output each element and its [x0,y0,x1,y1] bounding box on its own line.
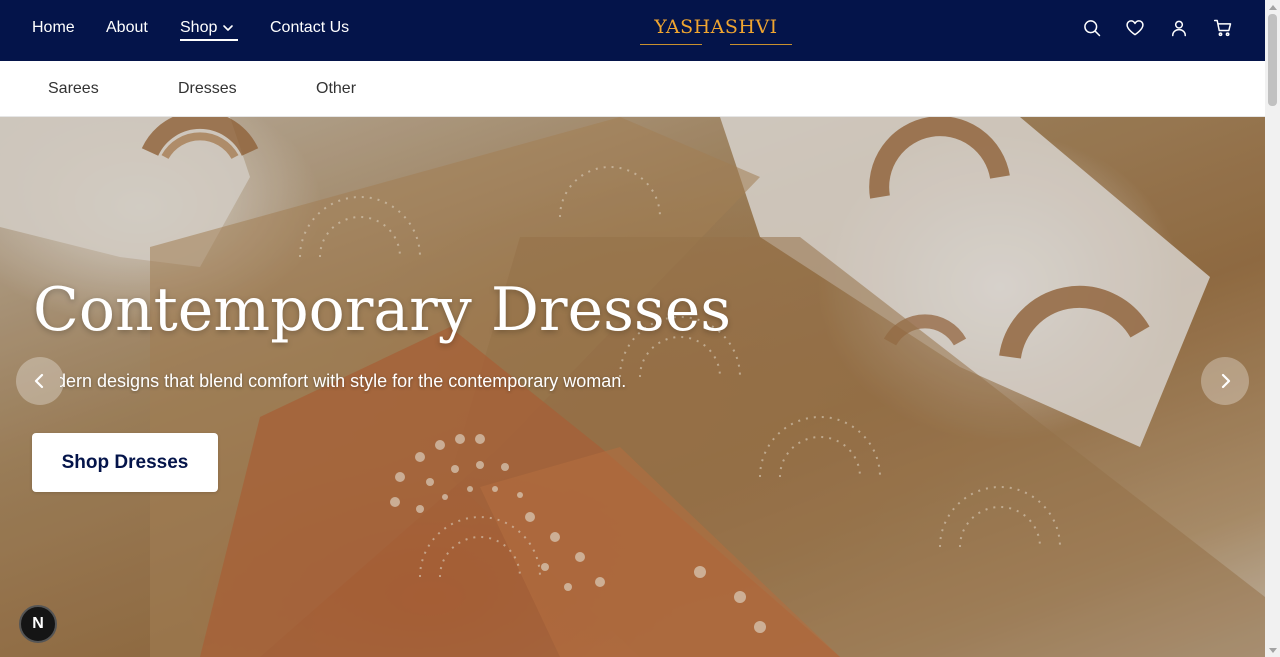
hero-carousel: Contemporary Dresses Modern designs that… [0,117,1265,657]
hero-subtitle: Modern designs that blend comfort with s… [60,371,627,391]
chevron-down-icon [223,25,234,31]
search-icon[interactable] [1081,17,1103,39]
chevron-right-icon [1221,373,1231,389]
category-sarees-link[interactable]: Sarees [48,80,99,98]
logo-ornament-left [640,44,702,45]
nav-shop-menu[interactable]: Shop [180,19,234,37]
cart-icon[interactable] [1212,17,1234,39]
nav-about-link[interactable]: About [106,19,148,37]
shop-dresses-button[interactable]: Shop Dresses [32,433,218,492]
carousel-next-button[interactable] [1201,357,1249,405]
scrollbar-thumb[interactable] [1268,14,1277,106]
category-dresses-link[interactable]: Dresses [178,80,237,98]
heart-icon[interactable] [1124,17,1146,39]
brand-logo-text: YASHASHVI [654,16,778,38]
nav-shop-label: Shop [180,19,218,36]
nav-home-link[interactable]: Home [32,19,75,37]
logo-ornament-right [730,44,792,45]
top-navbar: Home About Shop Contact Us YASHASHVI [0,0,1265,61]
nav-contact-link[interactable]: Contact Us [270,19,349,37]
user-icon[interactable] [1168,17,1190,39]
shop-category-bar: Sarees Dresses Other [0,61,1265,117]
category-other-link[interactable]: Other [316,80,356,98]
carousel-prev-button[interactable] [16,357,64,405]
dev-tools-badge[interactable]: N [19,605,57,643]
page-scrollbar[interactable] [1265,0,1280,657]
chevron-left-icon [34,373,44,389]
hero-title: Contemporary Dresses [33,275,731,345]
hero-subtitle-frame: Modern designs that blend comfort with s… [60,370,760,394]
scroll-up-arrow-icon[interactable] [1265,0,1280,14]
shop-active-underline [180,39,238,41]
scroll-down-arrow-icon[interactable] [1265,643,1280,657]
brand-logo[interactable]: YASHASHVI [636,16,796,50]
